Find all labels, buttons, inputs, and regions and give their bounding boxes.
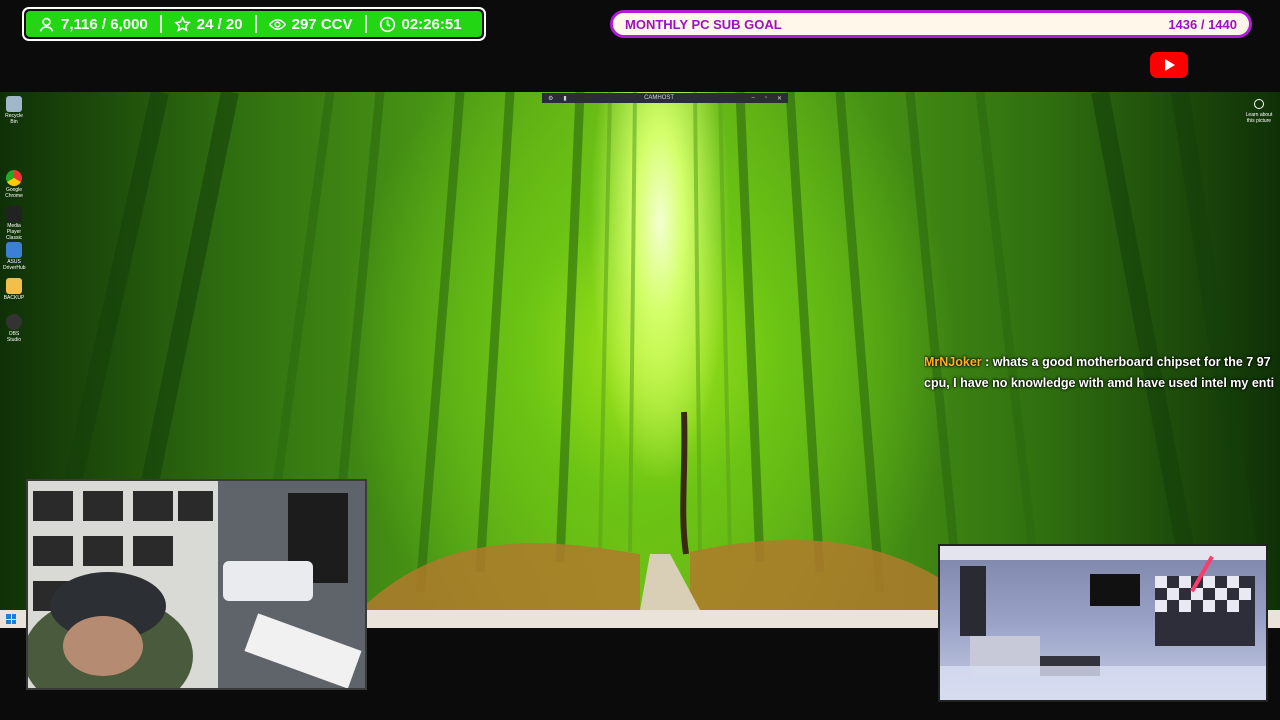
desktop-icon-obs[interactable]: OBS Studio bbox=[3, 314, 25, 343]
star-icon bbox=[173, 15, 191, 32]
chat-message-line: MrNJoker : whats a good motherboard chip… bbox=[924, 352, 1280, 373]
asus-icon bbox=[6, 242, 22, 258]
sub-goal-title: MONTHLY PC SUB GOAL bbox=[625, 16, 782, 32]
stats-panel: 7,116 / 6,000 24 / 20 297 CCV 02:26:51 bbox=[26, 11, 482, 37]
desktop-icon-backup-folder[interactable]: BACKUP bbox=[3, 278, 25, 301]
subs-stat: 24 / 20 bbox=[159, 15, 255, 33]
desktop-icon-label: Media Player Classic bbox=[5, 223, 23, 241]
streamer-webcam bbox=[26, 479, 367, 690]
camhost-title: CAMHOST bbox=[644, 95, 675, 101]
desktop-icon-recycle-bin[interactable]: Recycle Bin bbox=[3, 96, 25, 125]
chat-overlay: MrNJoker : whats a good motherboard chip… bbox=[924, 352, 1280, 394]
sub-goal-bar: MONTHLY PC SUB GOAL 1436 / 1440 bbox=[610, 10, 1252, 38]
chrome-icon bbox=[6, 170, 22, 186]
user-icon bbox=[39, 17, 54, 32]
stream-stats-bar: 7,116 / 6,000 24 / 20 297 CCV 02:26:51 bbox=[22, 7, 486, 41]
viewers-stat: 297 CCV bbox=[254, 15, 365, 33]
room-scene bbox=[940, 546, 1266, 700]
chat-username: MrNJoker bbox=[924, 355, 982, 369]
obs-icon bbox=[6, 314, 22, 330]
clock-icon bbox=[379, 16, 395, 32]
windows-start-icon[interactable] bbox=[6, 614, 16, 624]
recycle-bin-icon bbox=[6, 96, 22, 112]
chat-text: whats a good motherboard chipset for the… bbox=[992, 355, 1271, 369]
folder-icon bbox=[6, 278, 22, 294]
youtube-icon bbox=[1150, 52, 1188, 78]
close-icon[interactable]: ✕ bbox=[777, 95, 782, 102]
learn-about-picture[interactable]: Learn about this picture bbox=[1244, 112, 1274, 124]
uptime-stat: 02:26:51 bbox=[364, 15, 474, 33]
viewers-value: 297 CCV bbox=[291, 15, 353, 33]
settings-icon[interactable]: ⚙ bbox=[548, 95, 553, 102]
desktop-icon-label: OBS Studio bbox=[6, 331, 22, 343]
maximize-icon[interactable]: ▫ bbox=[765, 95, 767, 102]
desktop-icon-label: Recycle Bin bbox=[5, 113, 23, 125]
subs-value: 24 / 20 bbox=[196, 15, 243, 33]
chat-text-continued: cpu, I have no knowledge with amd have u… bbox=[924, 376, 1275, 390]
room-webcam bbox=[938, 544, 1268, 702]
media-player-icon bbox=[6, 206, 22, 222]
desktop-icon-label: ASUS DriverHub bbox=[3, 259, 26, 271]
desktop-icon-label: BACKUP bbox=[3, 295, 25, 301]
desktop-icon-chrome[interactable]: Google Chrome bbox=[3, 170, 25, 199]
sub-goal-progress: 1436 / 1440 bbox=[1168, 16, 1237, 32]
info-icon[interactable] bbox=[1254, 99, 1264, 109]
desktop-icon-label: Google Chrome bbox=[5, 187, 23, 199]
webcam-scene bbox=[28, 481, 365, 688]
desktop-icon-asus[interactable]: ASUS DriverHub bbox=[3, 242, 26, 271]
desktop-icon-media-player[interactable]: Media Player Classic bbox=[3, 206, 25, 241]
followers-value: 7,116 / 6,000 bbox=[61, 15, 148, 33]
eye-icon bbox=[268, 18, 286, 30]
minimize-icon[interactable]: – bbox=[751, 95, 754, 102]
chat-separator: : bbox=[981, 355, 993, 369]
followers-stat: 7,116 / 6,000 bbox=[26, 11, 160, 37]
uptime-value: 02:26:51 bbox=[401, 15, 462, 33]
signal-icon[interactable]: ▮ bbox=[563, 95, 566, 102]
camhost-window-titlebar[interactable]: ⚙ ▮ CAMHOST – ▫ ✕ bbox=[542, 93, 788, 103]
